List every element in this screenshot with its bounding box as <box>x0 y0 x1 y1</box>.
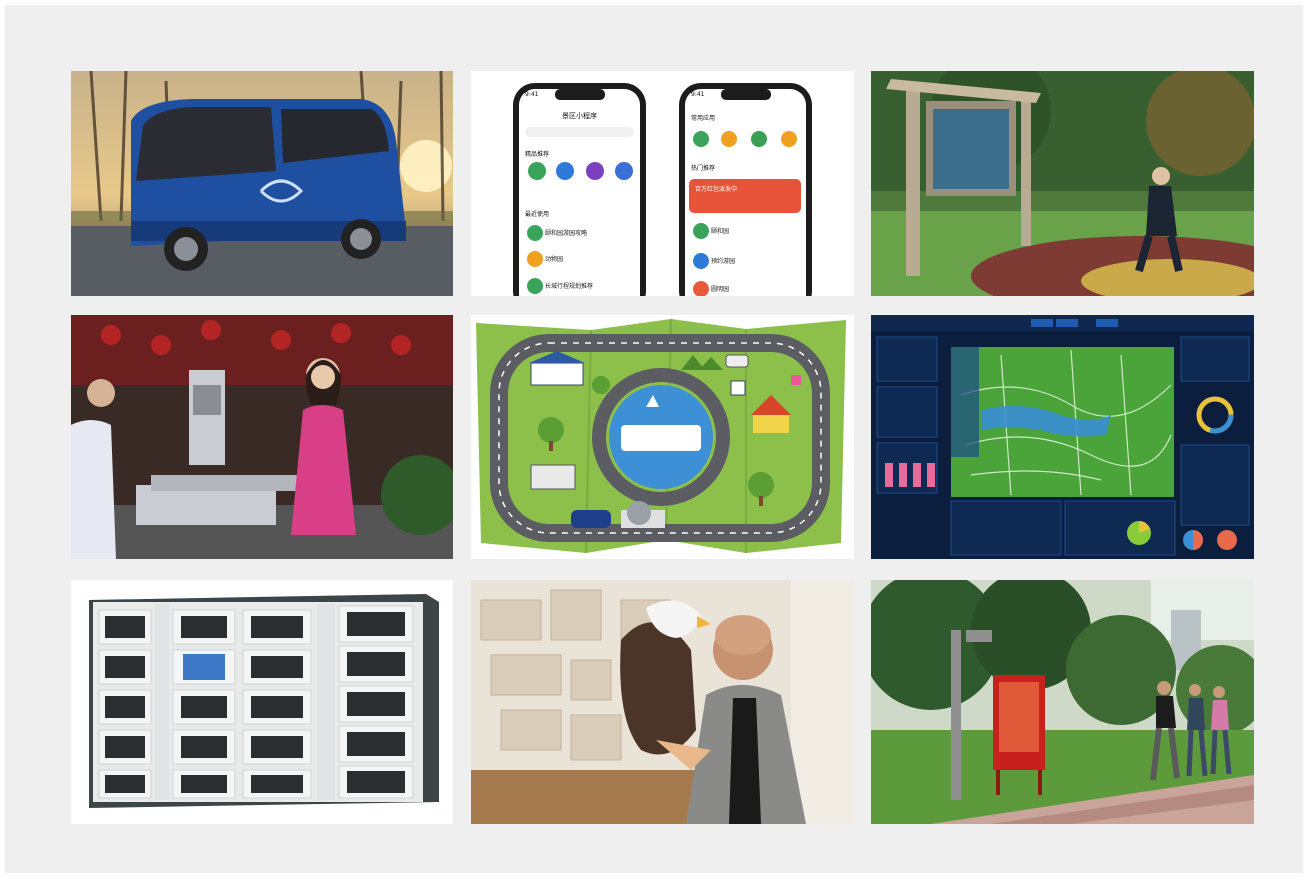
man-with-eagle-photo <box>471 580 854 824</box>
right-phone-section-2: 热门推荐 <box>691 165 716 172</box>
left-phone-time: 9:41 <box>525 91 539 98</box>
right-phone-section-1: 常用应用 <box>691 115 716 122</box>
left-phone-item-2[interactable]: 动物园 <box>545 254 563 263</box>
mini-program-phones-screenshot: 9:41 景区小程序 精品推荐 最近使用 颐和园游园攻略 动物园 长城行程规划推… <box>471 71 854 296</box>
right-phone-time: 9:41 <box>691 91 705 98</box>
right-phone-item-2[interactable]: 预约游园 <box>711 256 735 265</box>
park-cartoon-map <box>471 315 854 559</box>
right-phone-item-1[interactable]: 颐和园 <box>711 226 729 235</box>
left-phone-title: 景区小程序 <box>562 112 597 120</box>
face-recognition-gate-photo <box>71 315 453 559</box>
left-phone-section-2: 最近使用 <box>525 211 550 218</box>
left-phone-section-1: 精品推荐 <box>525 151 550 158</box>
right-phone-item-3[interactable]: 圆明园 <box>711 284 729 293</box>
smart-scenic-dashboard <box>871 315 1254 559</box>
autonomous-minibus-photo <box>71 71 453 296</box>
right-phone-banner[interactable]: 百万红包派发中 <box>695 184 737 193</box>
left-phone-item-1[interactable]: 颐和园游园攻略 <box>545 228 587 237</box>
smart-locker-cabinet <box>71 580 453 824</box>
left-phone-item-3[interactable]: 长城行程规划推荐 <box>545 281 593 290</box>
outdoor-display-fitness-photo <box>871 71 1254 296</box>
park-running-path-photo <box>871 580 1254 824</box>
